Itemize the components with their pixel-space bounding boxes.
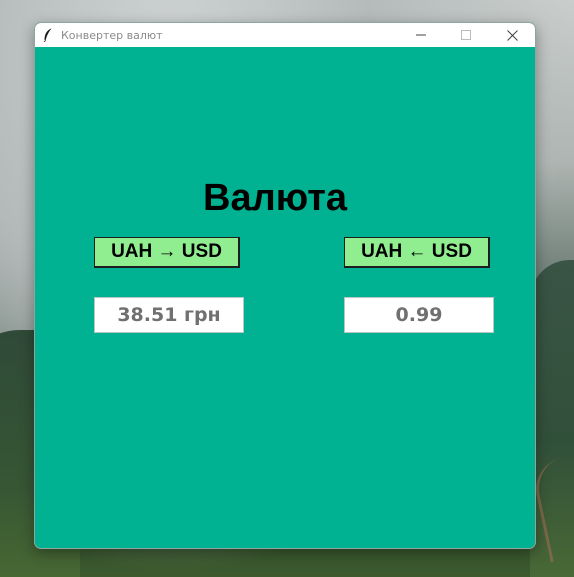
- window-title: Конвертер валют: [61, 28, 163, 42]
- minimize-icon[interactable]: [398, 23, 444, 47]
- maximize-icon[interactable]: [443, 23, 489, 47]
- uah-result-field: 38.51 грн: [94, 297, 244, 333]
- uah-to-usd-button[interactable]: UAH → USD: [94, 237, 240, 268]
- page-title: Валюта: [203, 177, 347, 219]
- content-area: Валюта UAH → USD UAH ← USD 38.51 грн 0.9…: [35, 47, 535, 548]
- feather-icon: [41, 28, 55, 42]
- converter-window: Конвертер валют Валюта UAH → USD UAH ← U…: [34, 22, 536, 549]
- usd-result-field: 0.99: [344, 297, 494, 333]
- title-bar[interactable]: Конвертер валют: [35, 23, 535, 47]
- usd-to-uah-button[interactable]: UAH ← USD: [344, 237, 490, 268]
- close-icon[interactable]: [489, 23, 535, 47]
